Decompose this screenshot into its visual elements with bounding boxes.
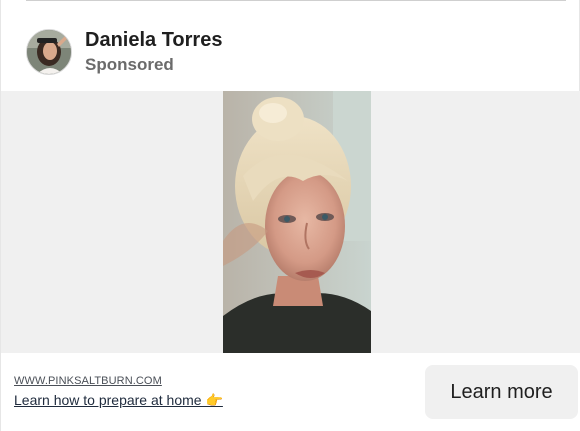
ad-display-url[interactable]: WWW.PINKSALTBURN.COM	[14, 375, 162, 387]
ad-headline[interactable]: Learn how to prepare at home 👉	[14, 392, 223, 409]
ad-video[interactable]	[223, 91, 371, 353]
avatar[interactable]	[26, 29, 72, 75]
sponsored-label: Sponsored	[85, 55, 174, 74]
ad-footer: WWW.PINKSALTBURN.COM Learn how to prepar…	[1, 353, 580, 431]
sponsored-post-card: Daniela Torres Sponsored WWW.PINKSALTBUR…	[0, 0, 580, 431]
post-header: Daniela Torres Sponsored	[26, 28, 222, 76]
post-header-text: Daniela Torres Sponsored	[85, 28, 222, 76]
ad-media	[1, 91, 580, 353]
top-divider	[26, 0, 566, 1]
author-name[interactable]: Daniela Torres	[85, 28, 222, 52]
learn-more-button[interactable]: Learn more	[425, 365, 578, 419]
